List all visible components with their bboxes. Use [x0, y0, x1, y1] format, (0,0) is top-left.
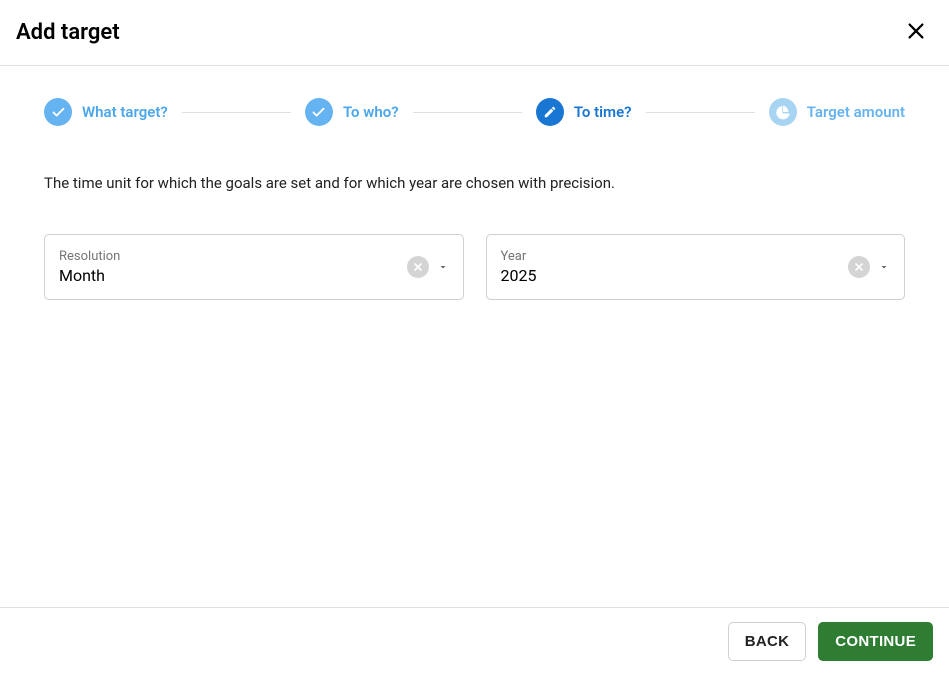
select-label: Year	[501, 249, 849, 264]
step-label: To time?	[574, 103, 632, 121]
back-button[interactable]: BACK	[728, 622, 807, 661]
step-connector	[182, 112, 291, 113]
continue-button[interactable]: CONTINUE	[818, 622, 933, 661]
step-label: To who?	[343, 103, 399, 121]
chevron-down-icon[interactable]	[878, 261, 890, 273]
select-icons	[407, 256, 449, 278]
select-icons	[848, 256, 890, 278]
clear-icon[interactable]	[407, 256, 429, 278]
select-value: 2025	[501, 266, 849, 285]
dialog-content: What target? To who? To time? Target amo…	[0, 66, 949, 332]
check-icon	[44, 98, 72, 126]
clear-icon[interactable]	[848, 256, 870, 278]
dialog-footer: BACK CONTINUE	[0, 607, 949, 675]
step-label: What target?	[82, 103, 168, 121]
year-select[interactable]: Year 2025	[486, 234, 906, 300]
step-what-target[interactable]: What target?	[44, 98, 168, 126]
dialog-header: Add target	[0, 0, 949, 66]
select-label: Resolution	[59, 249, 407, 264]
pencil-icon	[536, 98, 564, 126]
resolution-select[interactable]: Resolution Month	[44, 234, 464, 300]
select-inner: Year 2025	[501, 249, 849, 285]
stepper: What target? To who? To time? Target amo…	[44, 98, 905, 126]
chevron-down-icon[interactable]	[437, 261, 449, 273]
step-to-time[interactable]: To time?	[536, 98, 632, 126]
pie-chart-icon	[769, 98, 797, 126]
dialog-title: Add target	[16, 20, 120, 45]
close-icon	[905, 20, 927, 45]
step-description: The time unit for which the goals are se…	[44, 174, 905, 192]
step-to-who[interactable]: To who?	[305, 98, 399, 126]
step-target-amount[interactable]: Target amount	[769, 98, 905, 126]
form-row: Resolution Month Year 2025	[44, 234, 905, 300]
check-icon	[305, 98, 333, 126]
close-button[interactable]	[901, 16, 931, 49]
select-value: Month	[59, 266, 407, 285]
step-connector	[646, 112, 755, 113]
select-inner: Resolution Month	[59, 249, 407, 285]
step-connector	[413, 112, 522, 113]
step-label: Target amount	[807, 103, 905, 121]
